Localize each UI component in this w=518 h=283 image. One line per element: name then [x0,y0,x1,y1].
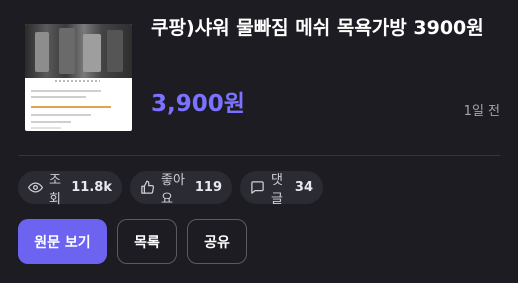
likes-count: 119 [194,180,222,195]
post-title: 쿠팡)샤워 물빠짐 메쉬 목욕가방 3900원 [151,17,484,39]
share-button[interactable]: 공유 [187,219,247,264]
post-time: 1일 전 [463,104,500,119]
likes-stat[interactable]: 좋아요 119 [130,171,232,207]
views-label: 조회 [49,172,61,207]
comment-icon [250,180,265,195]
divider [18,155,500,156]
product-thumbnail[interactable] [25,24,132,131]
comments-label: 댓글 [271,172,283,207]
likes-label: 좋아요 [161,172,185,207]
carousel-dots [55,80,100,82]
eye-icon [28,180,43,195]
post-price: 3,900원 [151,91,245,117]
product-photo [25,24,132,78]
views-stat: 조회 11.8k [18,171,122,207]
list-button[interactable]: 목록 [117,219,177,264]
view-original-button[interactable]: 원문 보기 [18,219,107,264]
views-count: 11.8k [71,180,112,195]
comments-count: 34 [294,180,313,195]
thumbs-up-icon [140,180,155,195]
comments-stat[interactable]: 댓글 34 [240,171,323,207]
